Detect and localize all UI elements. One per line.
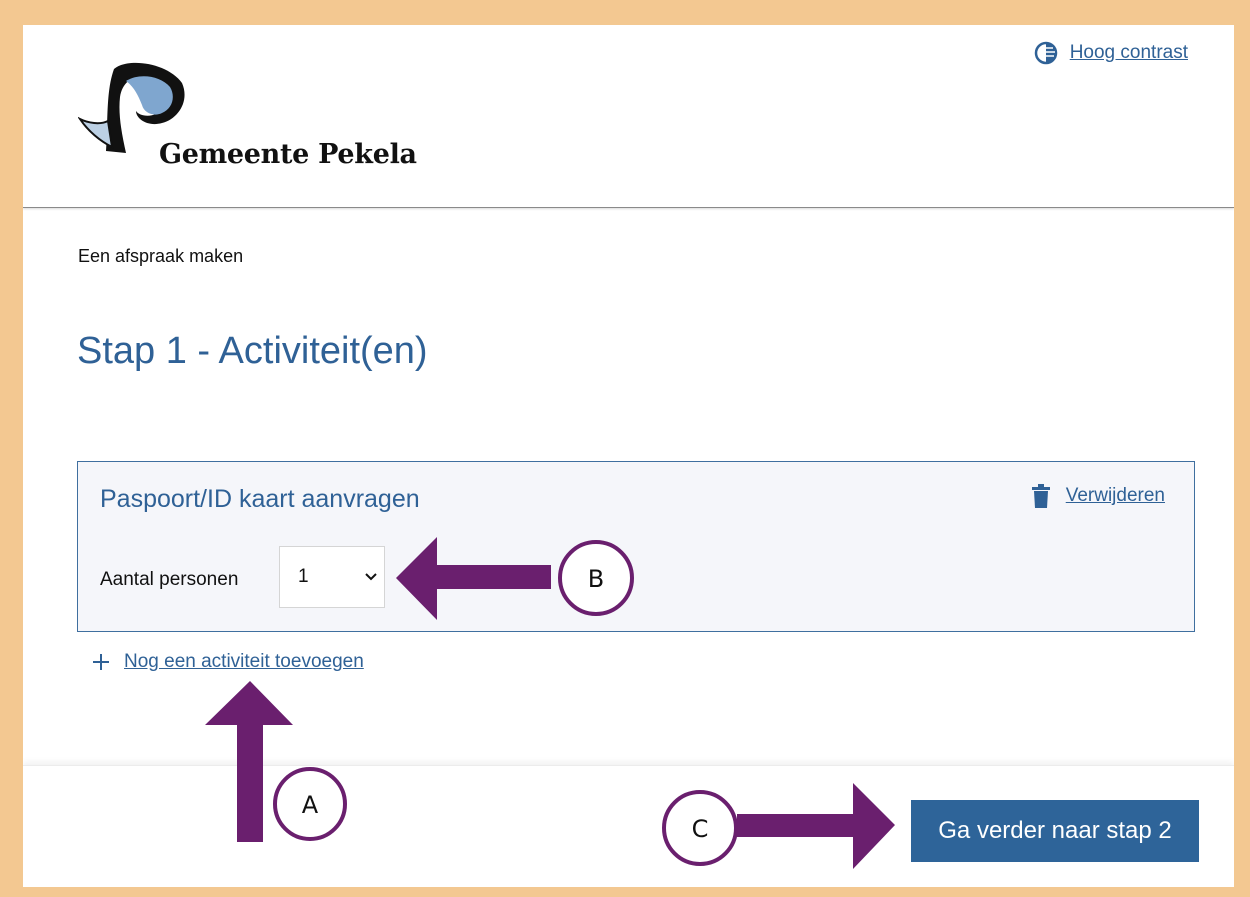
annotation-label-b: B bbox=[588, 565, 604, 593]
annotation-label-c: C bbox=[692, 815, 709, 843]
annotation-label-a: A bbox=[302, 791, 319, 819]
arrow-c-shape bbox=[737, 783, 895, 869]
annotation-layer: A B C bbox=[205, 537, 895, 869]
arrow-b-shape bbox=[396, 537, 551, 620]
page-frame: Hoog contrast Gemeente Pekela Een afspra… bbox=[23, 25, 1234, 887]
